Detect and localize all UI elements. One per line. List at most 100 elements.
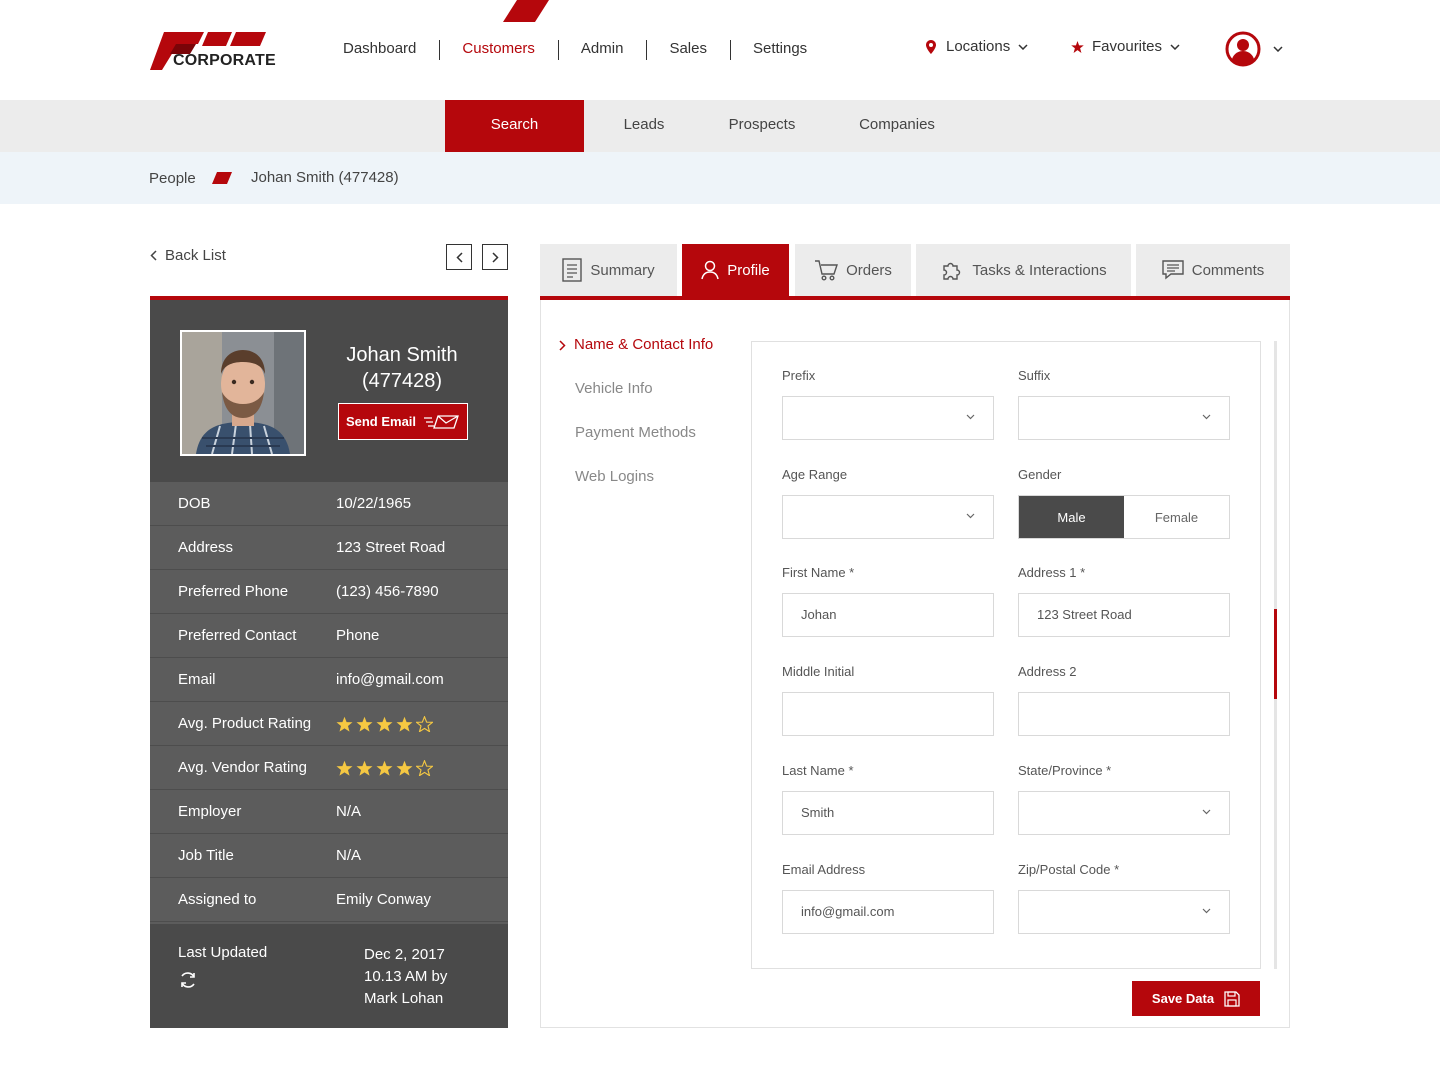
nav-admin[interactable]: Admin [557, 38, 647, 60]
sub-nav: Search Leads Prospects Companies [0, 100, 1440, 152]
detail-label: Avg. Product Rating [178, 715, 312, 732]
document-list-icon [562, 258, 583, 282]
prefix-select[interactable] [782, 396, 994, 440]
refresh-icon[interactable] [178, 970, 198, 990]
first-name-label: First Name * [782, 565, 855, 580]
user-menu[interactable] [1225, 31, 1283, 67]
state-select[interactable] [1018, 791, 1230, 835]
menu-name-contact-info[interactable]: Name & Contact Info [559, 336, 713, 380]
zip-select[interactable] [1018, 890, 1230, 934]
menu-web-logins[interactable]: Web Logins [575, 468, 713, 512]
detail-value: 10/22/1965 [336, 495, 412, 512]
last-name-input[interactable]: Smith [782, 791, 994, 835]
menu-vehicle-info[interactable]: Vehicle Info [575, 380, 713, 424]
tab-profile[interactable]: Profile [682, 244, 789, 296]
nav-settings[interactable]: Settings [729, 38, 830, 60]
detail-label: Email [178, 671, 216, 688]
middle-initial-label: Middle Initial [782, 664, 855, 679]
nav-dashboard[interactable]: Dashboard [320, 38, 439, 60]
subnav-search[interactable]: Search [445, 100, 584, 152]
breadcrumb-people[interactable]: People [149, 170, 196, 187]
star-filled-icon [336, 760, 353, 776]
back-list-link[interactable]: Back List [150, 247, 226, 264]
star-filled-icon [356, 760, 373, 776]
prefix-label: Prefix [782, 368, 816, 383]
logo-text: CORPORATE [173, 52, 276, 69]
address1-input[interactable]: 123 Street Road [1018, 593, 1230, 637]
customer-card: Johan Smith (477428) Send Email DOB 10/2… [150, 296, 508, 1028]
customer-name: Johan Smith (477428) [320, 342, 484, 394]
detail-value: N/A [336, 803, 362, 820]
detail-row-job-title: Job Title N/A [150, 834, 508, 878]
profile-panel: Name & Contact Info Vehicle Info Payment… [540, 300, 1290, 1028]
puzzle-piece-icon [943, 262, 961, 280]
locations-dropdown[interactable]: Locations [926, 38, 1028, 55]
tab-comments[interactable]: Comments [1136, 244, 1290, 296]
form-scrollbar[interactable] [1274, 341, 1277, 969]
chevron-down-icon [1202, 908, 1211, 914]
shopping-cart-icon [815, 260, 839, 281]
star-filled-icon [376, 760, 393, 776]
top-header: CORPORATE Dashboard Customers Admin Sale… [0, 0, 1440, 100]
favourites-label: Favourites [1092, 38, 1163, 55]
back-list-label: Back List [165, 247, 226, 264]
email-input[interactable]: info@gmail.com [782, 890, 994, 934]
previous-record-button[interactable] [446, 244, 472, 270]
floppy-disk-icon [1224, 990, 1240, 1007]
save-data-label: Save Data [1151, 991, 1215, 1006]
chevron-left-icon [455, 251, 463, 263]
suffix-select[interactable] [1018, 396, 1230, 440]
send-email-button[interactable]: Send Email [338, 403, 468, 440]
subnav-leads[interactable]: Leads [604, 100, 684, 152]
corporate-logo[interactable]: CORPORATE [150, 30, 276, 72]
star-empty-icon [416, 759, 433, 776]
chevron-down-icon [1170, 43, 1180, 50]
tab-orders[interactable]: Orders [795, 244, 911, 296]
detail-row-address: Address 123 Street Road [150, 526, 508, 570]
tab-orders-label: Orders [846, 261, 892, 279]
last-updated-section: Last Updated Dec 2, 2017 10.13 AM by Mar… [150, 924, 508, 1028]
state-label: State/Province * [1018, 763, 1112, 778]
age-range-label: Age Range [782, 467, 848, 482]
address2-input[interactable] [1018, 692, 1230, 736]
first-name-input[interactable]: Johan [782, 593, 994, 637]
detail-row-product-rating: Avg. Product Rating [150, 702, 508, 746]
favourites-dropdown[interactable]: Favourites [1071, 38, 1180, 55]
tab-summary-label: Summary [590, 261, 655, 279]
detail-label: Avg. Vendor Rating [178, 759, 307, 776]
star-icon [1071, 40, 1084, 53]
detail-label: Assigned to [178, 891, 257, 908]
chevron-right-icon [559, 340, 566, 351]
star-filled-icon [396, 716, 413, 732]
user-avatar-icon [1225, 31, 1261, 67]
middle-initial-input[interactable] [782, 692, 994, 736]
subnav-companies[interactable]: Companies [846, 100, 948, 152]
detail-row-employer: Employer N/A [150, 790, 508, 834]
chevron-down-icon [966, 513, 975, 519]
subnav-prospects[interactable]: Prospects [712, 100, 812, 152]
nav-sales[interactable]: Sales [646, 38, 730, 60]
tab-summary[interactable]: Summary [540, 244, 677, 296]
scrollbar-thumb[interactable] [1274, 609, 1277, 699]
detail-label: DOB [178, 495, 211, 512]
star-empty-icon [416, 715, 433, 732]
nav-customers[interactable]: Customers [439, 38, 558, 60]
save-data-button[interactable]: Save Data [1132, 981, 1260, 1016]
tab-tasks-interactions[interactable]: Tasks & Interactions [916, 244, 1131, 296]
detail-value: Emily Conway [336, 891, 432, 908]
gender-female-option[interactable]: Female [1124, 496, 1229, 538]
detail-row-vendor-rating: Avg. Vendor Rating [150, 746, 508, 790]
star-filled-icon [376, 716, 393, 732]
gender-male-option[interactable]: Male [1019, 496, 1124, 538]
address1-label: Address 1 * [1018, 565, 1086, 580]
next-record-button[interactable] [482, 244, 508, 270]
product-rating-stars [336, 715, 508, 732]
detail-row-phone: Preferred Phone (123) 456-7890 [150, 570, 508, 614]
customer-card-header: Johan Smith (477428) Send Email [150, 300, 508, 482]
star-filled-icon [396, 760, 413, 776]
age-range-select[interactable] [782, 495, 994, 539]
envelope-icon [424, 414, 459, 429]
detail-value: Phone [336, 627, 380, 644]
menu-payment-methods[interactable]: Payment Methods [575, 424, 713, 468]
profile-section-menu: Name & Contact Info Vehicle Info Payment… [559, 336, 713, 512]
